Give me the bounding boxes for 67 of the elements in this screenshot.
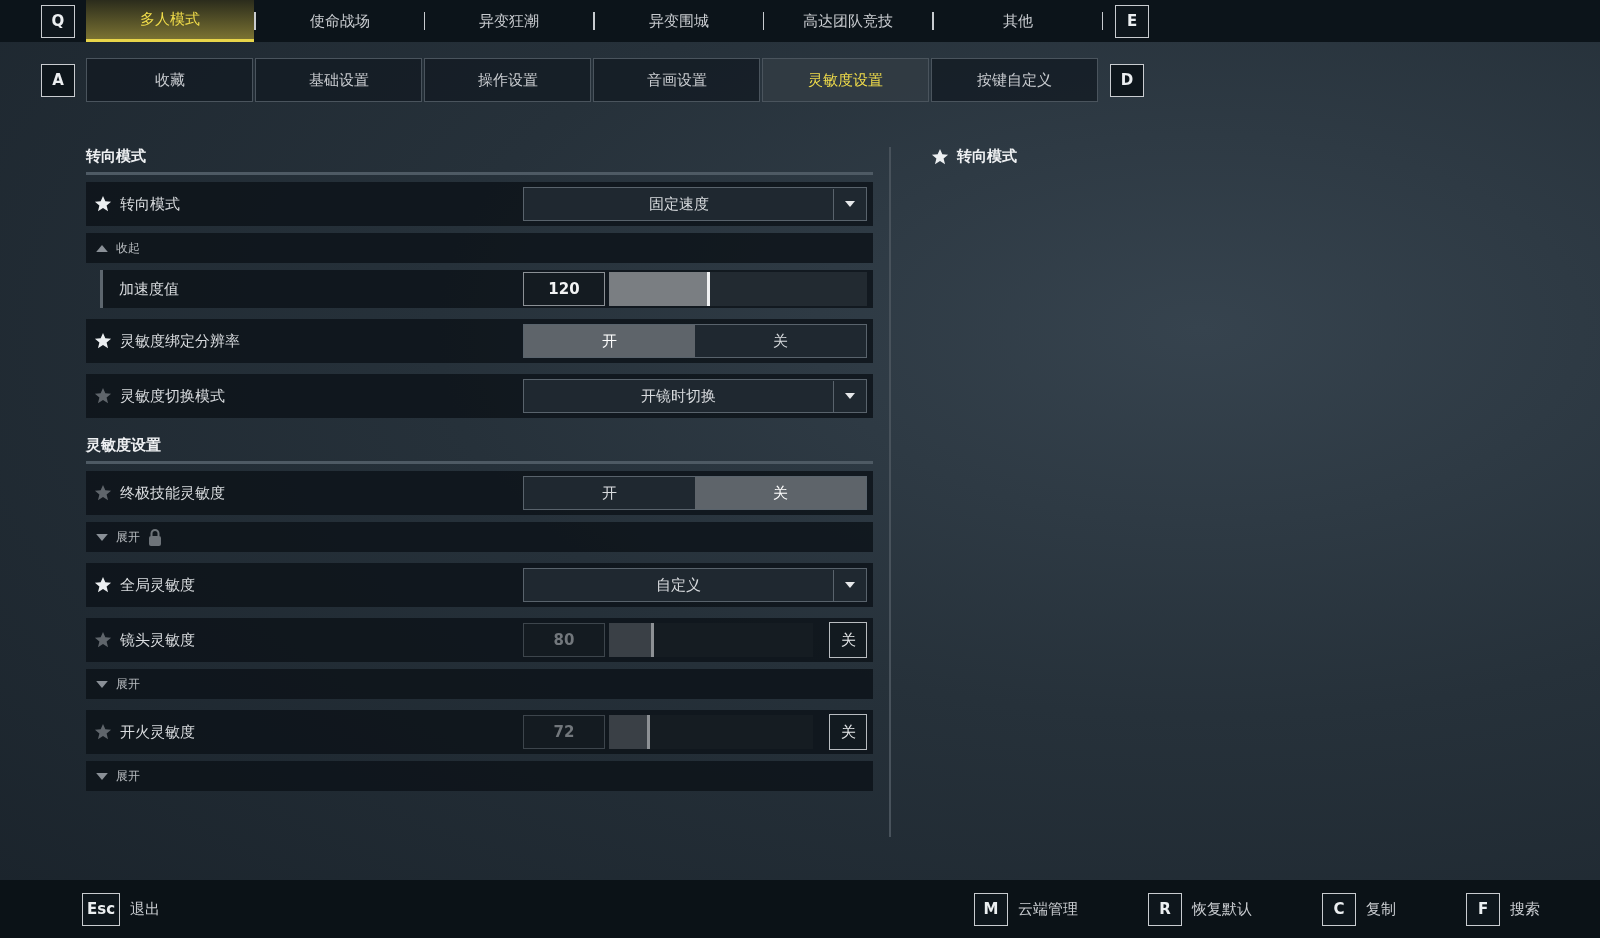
toggle-option[interactable]: 关 [695,325,866,357]
key-hint[interactable]: F [1466,892,1500,926]
key-hint[interactable]: M [974,892,1008,926]
mode-tab[interactable]: 高达团队竞技 [764,0,932,42]
section-title: 转向模式 [86,147,873,175]
panel-title: 转向模式 [957,147,1017,166]
mode-tab[interactable]: 异变狂潮 [425,0,593,42]
section-title: 灵敏度设置 [86,436,873,464]
expander-label: 展开 [116,767,140,785]
settings-tab[interactable]: 按键自定义 [931,58,1098,102]
key-hint[interactable]: Q [41,4,75,38]
mode-tab[interactable]: 多人模式 [86,0,254,42]
settings-tab[interactable]: 灵敏度设置 [762,58,929,102]
action-label[interactable]: 复制 [1366,899,1396,919]
lock-icon [148,528,162,546]
value-field[interactable]: 120 [523,272,605,306]
star-icon[interactable] [94,576,112,594]
toggle-option[interactable]: 关 [695,477,866,509]
action-label[interactable]: 恢复默认 [1192,899,1252,919]
setting-label: 灵敏度切换模式 [120,386,225,406]
star-icon[interactable] [94,387,112,405]
settings-tab[interactable]: 音画设置 [593,58,760,102]
star-icon[interactable] [94,195,112,213]
key-hint[interactable]: Esc [82,892,121,926]
dropdown[interactable]: 开镜时切换 [523,379,867,413]
caret-icon [96,533,108,541]
caret-icon [845,582,855,588]
star-icon[interactable] [94,332,112,350]
settings-tab[interactable]: 基础设置 [255,58,422,102]
key-hint[interactable]: E [1115,4,1149,38]
star-icon[interactable] [94,484,112,502]
expander-row[interactable]: 展开 [86,761,873,791]
caret-icon [96,244,108,252]
key-hint[interactable]: D [1110,63,1144,97]
setting-label: 转向模式 [120,194,180,214]
setting-label: 终极技能灵敏度 [120,483,225,503]
dropdown[interactable]: 固定速度 [523,187,867,221]
caret-icon [96,680,108,688]
caret-icon [845,201,855,207]
setting-label: 全局灵敏度 [120,575,195,595]
expander-row[interactable]: 展开 [86,669,873,699]
setting-label: 加速度值 [119,279,179,299]
mode-tab[interactable]: 其他 [933,0,1102,42]
mode-tab[interactable]: 使命战场 [255,0,424,42]
expander-label: 展开 [116,675,140,693]
key-hint[interactable]: C [1322,892,1356,926]
action-label[interactable]: 云端管理 [1018,899,1078,919]
setting-label: 开火灵敏度 [120,722,195,742]
caret-icon [96,772,108,780]
setting-label: 灵敏度绑定分辨率 [120,331,240,351]
expander-label: 收起 [116,239,140,257]
settings-tab[interactable]: 操作设置 [424,58,591,102]
setting-label: 镜头灵敏度 [120,630,195,650]
caret-icon [845,393,855,399]
toggle-option[interactable]: 开 [524,325,695,357]
star-icon [931,147,949,166]
expander-row[interactable]: 收起 [86,233,873,263]
key-hint[interactable]: A [41,63,75,97]
action-label[interactable]: 搜索 [1510,899,1540,919]
action-label[interactable]: 退出 [130,899,161,919]
key-hint[interactable]: R [1148,892,1182,926]
mode-tab[interactable]: 异变围城 [594,0,763,42]
expander-row[interactable]: 展开 [86,522,873,552]
settings-tab[interactable]: 收藏 [86,58,253,102]
toggle-option[interactable]: 开 [524,477,695,509]
dropdown[interactable]: 自定义 [523,568,867,602]
expander-label: 展开 [116,528,140,546]
